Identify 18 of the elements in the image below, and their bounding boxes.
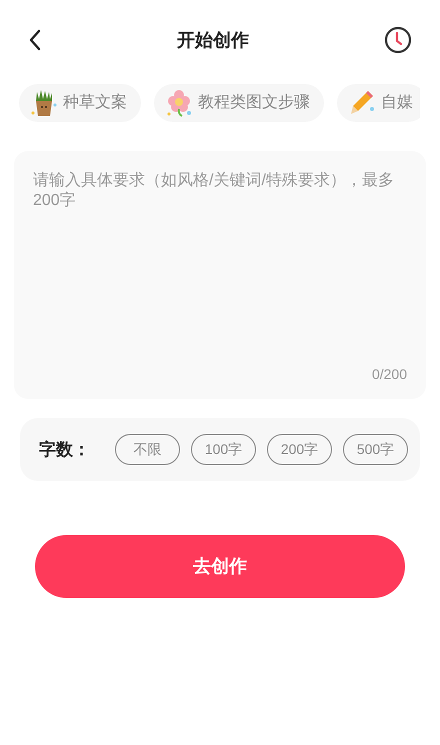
potted-plant-icon [31, 89, 57, 117]
prompt-field[interactable]: 请输入具体要求（如风格/关键词/特殊要求），最多200字 0/200 [14, 151, 426, 399]
history-clock-icon[interactable] [384, 26, 412, 54]
template-chip[interactable]: 自媒 [337, 84, 420, 122]
word-count-option[interactable]: 200字 [267, 434, 332, 465]
word-count-option[interactable]: 500字 [343, 434, 408, 465]
template-chip[interactable]: 种草文案 [19, 84, 141, 122]
flower-icon [166, 89, 192, 117]
word-count-label: 字数： [39, 438, 90, 461]
word-count-option[interactable]: 100字 [191, 434, 256, 465]
template-chip[interactable]: 教程类图文步骤 [154, 84, 324, 122]
back-icon[interactable] [28, 29, 42, 51]
create-button[interactable]: 去创作 [35, 535, 405, 598]
pencil-icon [349, 89, 375, 117]
prompt-input[interactable]: 请输入具体要求（如风格/关键词/特殊要求），最多200字 [33, 171, 407, 364]
page-title: 开始创作 [177, 28, 249, 52]
word-count-option[interactable]: 不限 [115, 434, 180, 465]
character-counter: 0/200 [372, 365, 407, 384]
